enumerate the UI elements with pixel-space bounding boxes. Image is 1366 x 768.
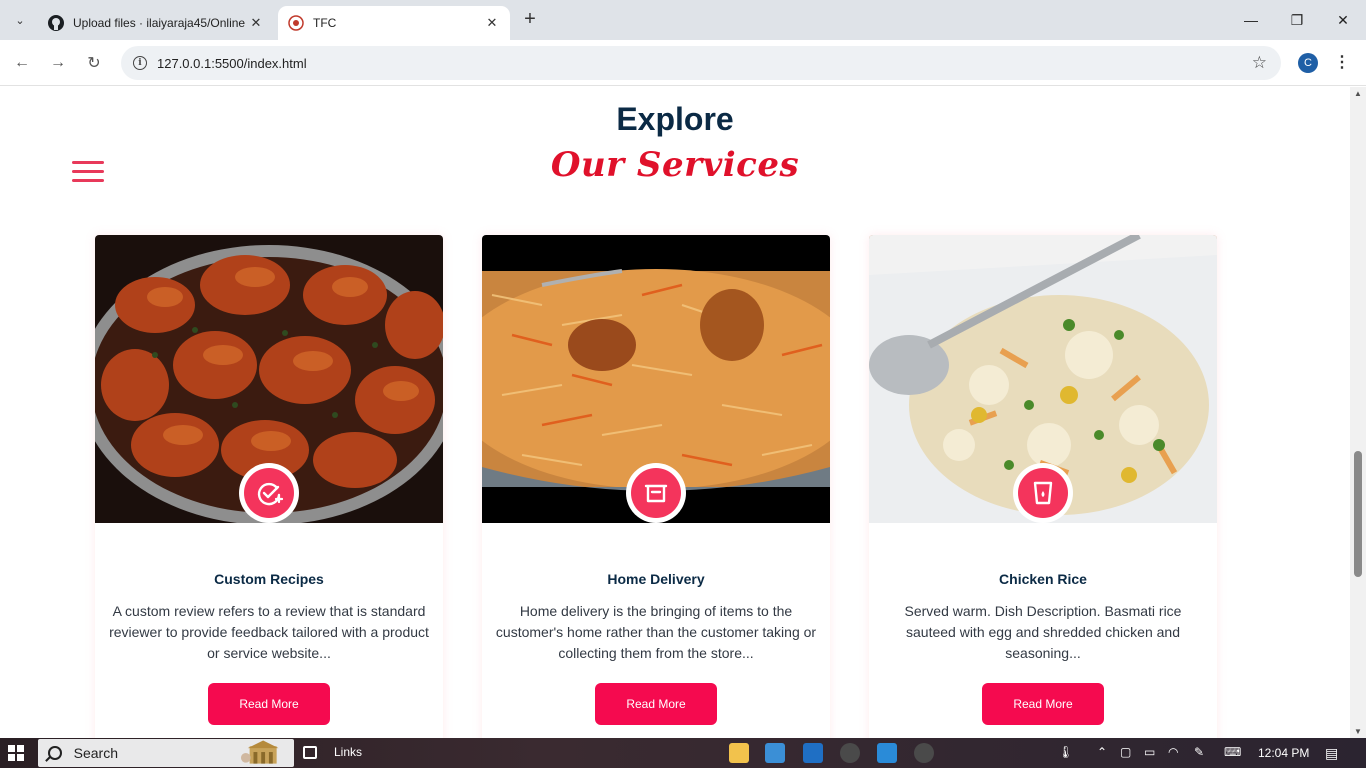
tab-title: Upload files · ilaiyaraja45/Online bbox=[73, 16, 246, 30]
new-tab-button[interactable]: + bbox=[518, 8, 542, 32]
scroll-up-arrow-icon[interactable]: ▲ bbox=[1354, 89, 1362, 98]
chrome-icon[interactable] bbox=[840, 743, 860, 763]
links-toolbar[interactable]: Links bbox=[334, 745, 362, 759]
service-card: Home Delivery Home delivery is the bring… bbox=[482, 235, 830, 738]
wifi-icon[interactable]: ◠ bbox=[1168, 745, 1178, 759]
url-text: 127.0.0.1:5500/index.html bbox=[157, 55, 307, 71]
forward-button[interactable]: → bbox=[45, 50, 71, 76]
task-view-icon[interactable] bbox=[303, 746, 317, 759]
read-more-button[interactable]: Read More bbox=[982, 683, 1104, 725]
section-subheading: Our Services bbox=[550, 145, 800, 185]
outlook-icon[interactable] bbox=[803, 743, 823, 763]
browser-tab-strip: ⌄ Upload files · ilaiyaraja45/Online ✕ T… bbox=[0, 0, 1366, 40]
service-icon-badge bbox=[239, 463, 299, 523]
scrollbar-thumb[interactable] bbox=[1354, 451, 1362, 577]
notifications-icon[interactable]: ▤ bbox=[1325, 745, 1338, 762]
browser-menu-icon[interactable]: ⋮ bbox=[1334, 52, 1350, 72]
tray-chevron-icon[interactable]: ⌃ bbox=[1097, 745, 1107, 759]
pen-icon[interactable]: ✎ bbox=[1194, 745, 1204, 759]
restore-button[interactable]: ❐ bbox=[1274, 0, 1320, 40]
vertical-scrollbar[interactable]: ▲ ▼ bbox=[1350, 87, 1366, 738]
scroll-down-arrow-icon[interactable]: ▼ bbox=[1354, 727, 1362, 736]
card-title: Chicken Rice bbox=[999, 571, 1087, 587]
section-heading: Explore bbox=[616, 101, 734, 137]
microsoft-store-icon[interactable] bbox=[765, 743, 785, 763]
file-explorer-icon[interactable] bbox=[729, 743, 749, 763]
meet-icon[interactable]: ▢ bbox=[1120, 745, 1131, 759]
taskbar-search-label: Search bbox=[73, 745, 118, 761]
service-card: Chicken Rice Served warm. Dish Descripti… bbox=[869, 235, 1217, 738]
card-title: Custom Recipes bbox=[214, 571, 324, 587]
site-info-icon[interactable]: i bbox=[133, 56, 147, 70]
chrome-profile-icon[interactable] bbox=[914, 743, 934, 763]
back-button[interactable]: ← bbox=[9, 50, 35, 76]
card-title: Home Delivery bbox=[607, 571, 705, 587]
github-icon bbox=[48, 15, 64, 31]
tab-search-button[interactable]: ⌄ bbox=[8, 8, 32, 32]
service-icon-badge bbox=[1013, 463, 1073, 523]
browser-toolbar: ← → ↻ i 127.0.0.1:5500/index.html ☆ C ⋮ bbox=[0, 40, 1366, 86]
minimize-button[interactable]: — bbox=[1228, 0, 1274, 40]
tab-tfc[interactable]: TFC ✕ bbox=[278, 6, 510, 40]
taskbar-search-box[interactable]: Search bbox=[38, 739, 294, 767]
profile-avatar[interactable]: C bbox=[1298, 53, 1318, 73]
tfc-logo-icon bbox=[288, 15, 304, 31]
close-icon[interactable]: ✕ bbox=[248, 15, 264, 31]
service-icon-badge bbox=[626, 463, 686, 523]
basket-icon bbox=[644, 484, 668, 503]
address-bar[interactable]: i 127.0.0.1:5500/index.html ☆ bbox=[121, 46, 1281, 80]
reload-button[interactable]: ↻ bbox=[81, 50, 107, 76]
taskbar-clock[interactable]: 12:04 PM bbox=[1258, 746, 1309, 760]
battery-icon[interactable]: ▭ bbox=[1144, 745, 1155, 759]
search-highlight-image bbox=[240, 740, 279, 764]
search-icon bbox=[48, 746, 62, 760]
read-more-button[interactable]: Read More bbox=[208, 683, 330, 725]
cup-icon bbox=[1033, 481, 1053, 505]
service-card: Custom Recipes A custom review refers to… bbox=[95, 235, 443, 738]
card-description: A custom review refers to a review that … bbox=[109, 603, 429, 661]
windows-taskbar: Search Links 🌡 ⌃ ▢ ▭ ◠ ✎ ⌨ 12:04 PM ▤ bbox=[0, 738, 1366, 768]
tab-upload-files[interactable]: Upload files · ilaiyaraja45/Online ✕ bbox=[38, 6, 274, 40]
card-description: Home delivery is the bringing of items t… bbox=[495, 603, 817, 661]
page-viewport: Explore Our Services Custom Recipes A cu… bbox=[0, 87, 1366, 738]
tab-title: TFC bbox=[313, 16, 337, 30]
card-description: Served warm. Dish Description. Basmati r… bbox=[904, 603, 1182, 661]
keyboard-icon[interactable]: ⌨ bbox=[1224, 745, 1241, 759]
close-icon[interactable]: ✕ bbox=[484, 15, 500, 31]
read-more-button[interactable]: Read More bbox=[595, 683, 717, 725]
windows-start-icon[interactable] bbox=[8, 745, 24, 761]
vscode-icon[interactable] bbox=[877, 743, 897, 763]
bookmark-star-icon[interactable]: ☆ bbox=[1252, 53, 1267, 73]
close-window-button[interactable]: ✕ bbox=[1320, 0, 1366, 40]
checkmark-plus-icon bbox=[257, 482, 283, 506]
weather-icon[interactable]: 🌡 bbox=[1058, 745, 1073, 759]
